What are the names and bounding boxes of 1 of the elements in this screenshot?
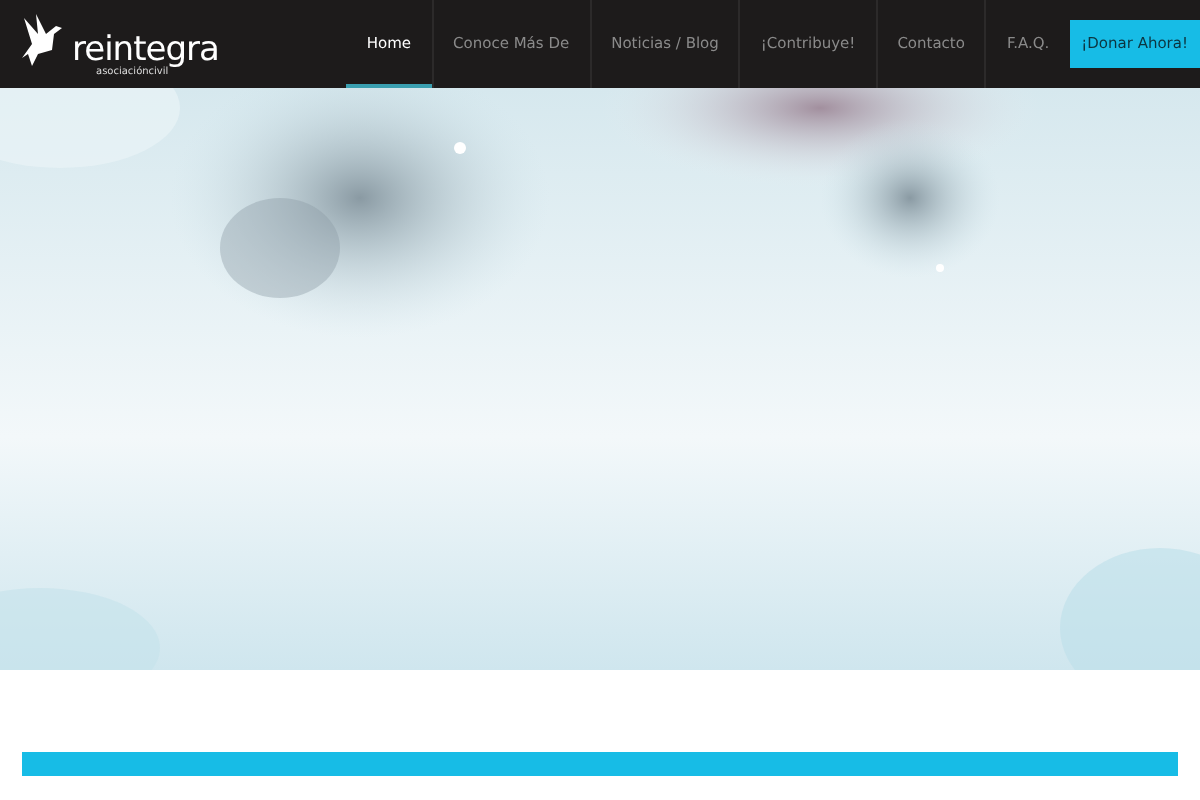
logo-text[interactable]: reintegra: [72, 34, 219, 68]
